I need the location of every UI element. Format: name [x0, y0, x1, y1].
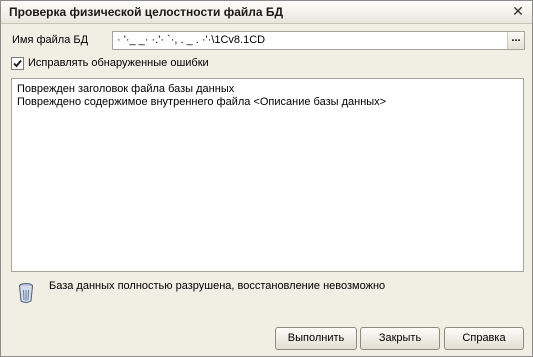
close-icon[interactable]: ✕: [510, 4, 526, 20]
close-button[interactable]: Закрыть: [360, 327, 440, 350]
file-name-field[interactable]: · '·_ _· ·.'· `·, . _ . ·'·\1Cv8.1CD ...: [112, 31, 525, 50]
fix-errors-checkbox[interactable]: [11, 57, 24, 70]
fix-errors-label: Исправлять обнаруженные ошибки: [28, 57, 209, 69]
window-title: Проверка физической целостности файла БД: [9, 5, 284, 19]
dialog-window: Проверка физической целостности файла БД…: [0, 0, 533, 357]
file-name-label: Имя файла БД: [12, 34, 89, 46]
message-line: Повреждено содержимое внутреннего файла …: [17, 96, 387, 108]
checkmark-icon: [13, 59, 22, 68]
title-bar: Проверка физической целостности файла БД…: [1, 1, 532, 24]
trash-bin-icon: [19, 283, 33, 303]
file-name-input[interactable]: · '·_ _· ·.'· `·, . _ . ·'·\1Cv8.1CD: [113, 32, 511, 49]
help-button[interactable]: Справка: [444, 327, 524, 350]
run-button[interactable]: Выполнить: [275, 327, 357, 350]
status-message: База данных полностью разрушена, восстан…: [49, 280, 386, 292]
message-line: Поврежден заголовок файла базы данных: [17, 83, 235, 95]
browse-button[interactable]: ...: [507, 32, 524, 49]
messages-box[interactable]: Поврежден заголовок файла базы данных По…: [11, 78, 524, 272]
